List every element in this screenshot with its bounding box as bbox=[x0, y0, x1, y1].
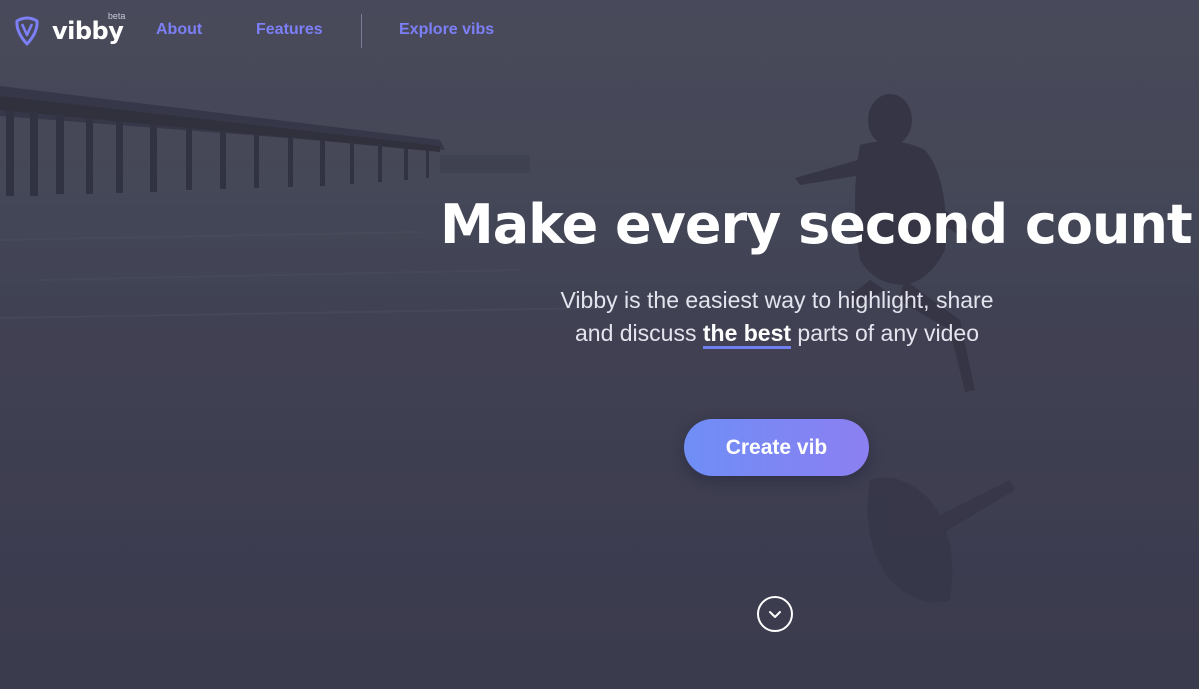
hero-subtitle-line1: Vibby is the easiest way to highlight, s… bbox=[560, 287, 994, 313]
brand-name: vibby beta bbox=[52, 11, 125, 46]
beta-badge: beta bbox=[107, 11, 126, 21]
nav-link-explore-vibs[interactable]: Explore vibs bbox=[399, 20, 494, 40]
top-nav: vibby beta About Features Explore vibs bbox=[0, 0, 1199, 62]
hero-title: Make every second count bbox=[440, 193, 1193, 256]
shield-v-icon bbox=[15, 16, 39, 46]
chevron-down-icon bbox=[769, 611, 781, 618]
hero-subtitle-emphasis: the best bbox=[702, 320, 792, 349]
landing-page: vibby beta About Features Explore vibs M… bbox=[0, 0, 1199, 689]
scroll-down-button[interactable] bbox=[757, 596, 793, 632]
hero-subtitle-pre: and discuss bbox=[575, 320, 703, 346]
hero-subtitle: Vibby is the easiest way to highlight, s… bbox=[520, 284, 1034, 350]
brand-wordmark: vibby bbox=[52, 17, 124, 45]
brand-logo[interactable]: vibby beta bbox=[14, 11, 125, 48]
nav-link-about[interactable]: About bbox=[156, 20, 202, 40]
hero-subtitle-post: parts of any video bbox=[791, 320, 979, 346]
nav-divider bbox=[361, 14, 362, 48]
nav-link-features[interactable]: Features bbox=[256, 20, 323, 40]
create-vib-button[interactable]: Create vib bbox=[684, 419, 869, 476]
